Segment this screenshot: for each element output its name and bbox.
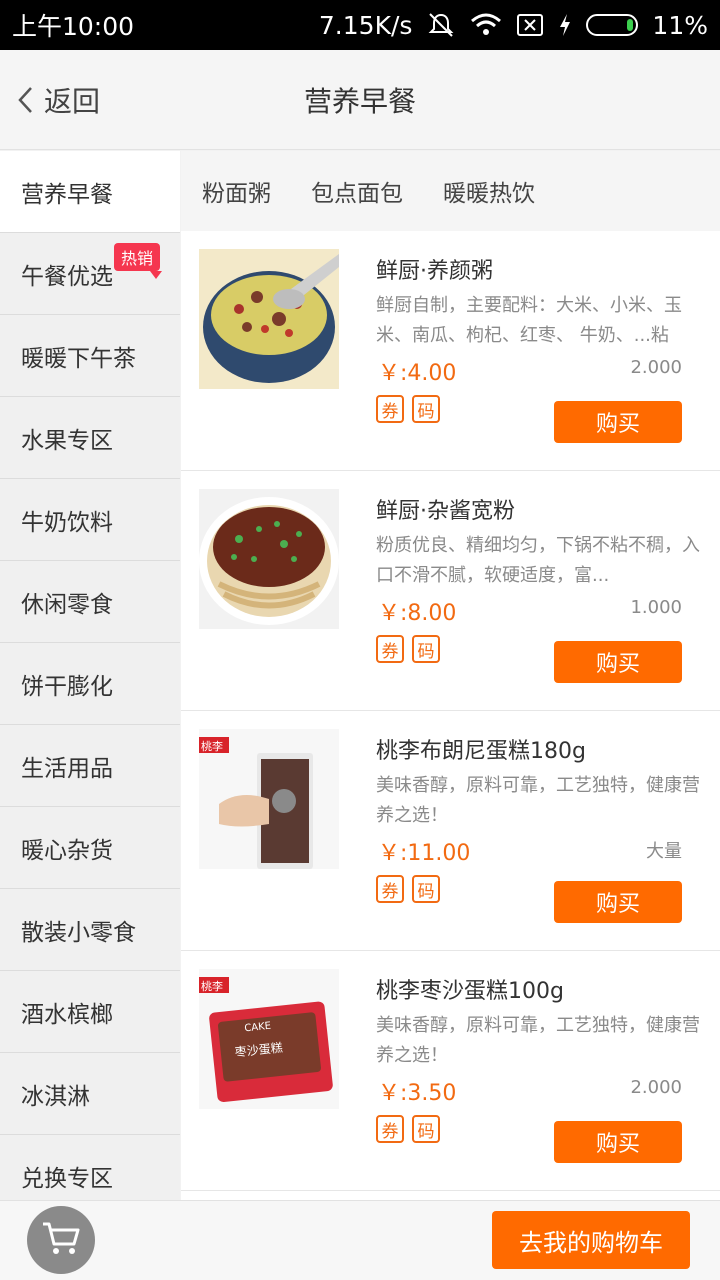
sidebar-item-label: 暖心杂货 xyxy=(21,837,113,864)
hot-badge: 热销 xyxy=(113,243,163,279)
network-speed: 7.15K/s xyxy=(318,10,413,40)
back-label: 返回 xyxy=(44,85,101,118)
sidebar-item-label: 水果专区 xyxy=(21,427,113,454)
bottom-bar: 去我的购物车 xyxy=(0,1200,720,1280)
sidebar-item-label: 营养早餐 xyxy=(21,181,113,208)
buy-button[interactable]: 购买 xyxy=(554,401,682,443)
status-right: 7.15K/s 11% xyxy=(319,11,708,40)
coupon-tag: 券 xyxy=(376,875,404,903)
sidebar-item-label: 酒水槟榔 xyxy=(21,1001,113,1028)
tab-noodles-porridge[interactable]: 粉面粥 xyxy=(202,174,271,208)
sidebar-item-exchange[interactable]: 兑换专区 xyxy=(0,1135,180,1200)
coupon-tag: 券 xyxy=(376,1115,404,1143)
product-name: 鲜厨·养颜粥 xyxy=(376,259,493,284)
product-name: 鲜厨·杂酱宽粉 xyxy=(376,499,515,524)
sidebar-item-milk-drinks[interactable]: 牛奶饮料 xyxy=(0,479,180,561)
sidebar-item-label: 散装小零食 xyxy=(21,919,136,946)
product-tags: 券 码 xyxy=(376,1115,440,1143)
product-name: 桃李布朗尼蛋糕180g xyxy=(376,739,586,764)
tab-buns-bread[interactable]: 包点面包 xyxy=(311,174,403,208)
buy-button[interactable]: 购买 xyxy=(554,1121,682,1163)
product-tags: 券 码 xyxy=(376,635,440,663)
product-description: 粉质优良、精细均匀，下锅不粘不稠，入口不滑不腻，软硬适度，富... xyxy=(376,535,700,586)
product-price: ￥:11.00 xyxy=(378,841,471,866)
sidebar-item-biscuits[interactable]: 饼干膨化 xyxy=(0,643,180,725)
sidebar-item-liquor[interactable]: 酒水槟榔 xyxy=(0,971,180,1053)
product-item[interactable]: 鲜厨·养颜粥 鲜厨自制，主要配料：大米、小米、玉米、南瓜、枸杞、红枣、 牛奶、.… xyxy=(181,231,720,471)
product-image xyxy=(199,249,339,389)
mute-icon xyxy=(426,12,456,38)
product-quantity: 1.000 xyxy=(630,597,682,618)
status-bar: 上午10:00 7.15K/s 11% xyxy=(0,0,720,50)
coupon-tag: 券 xyxy=(376,635,404,663)
status-time: 上午10:00 xyxy=(12,12,135,41)
charging-icon xyxy=(558,13,572,37)
product-price: ￥:4.00 xyxy=(378,361,457,386)
product-image: 桃李 CAKE 枣沙蛋糕 xyxy=(199,969,339,1109)
sidebar-item-ice-cream[interactable]: 冰淇淋 xyxy=(0,1053,180,1135)
sidebar-item-daily-goods[interactable]: 生活用品 xyxy=(0,725,180,807)
sidebar-item-label: 休闲零食 xyxy=(21,591,113,618)
sidebar-item-label: 暖暖下午茶 xyxy=(21,345,136,372)
buy-button[interactable]: 购买 xyxy=(554,641,682,683)
sidebar-item-label: 午餐优选 xyxy=(21,263,113,290)
product-image xyxy=(199,489,339,629)
product-name: 桃李枣沙蛋糕100g xyxy=(376,979,564,1004)
sidebar-item-label: 冰淇淋 xyxy=(21,1083,90,1110)
battery-percent: 11% xyxy=(652,10,708,40)
product-item[interactable]: 鲜厨·杂酱宽粉 粉质优良、精细均匀，下锅不粘不稠，入口不滑不腻，软硬适度，富..… xyxy=(181,471,720,711)
sidebar-item-fruit[interactable]: 水果专区 xyxy=(0,397,180,479)
product-item[interactable]: 桃李 桃李布朗尼蛋糕180g 美味香醇，原料可靠，工艺独特，健康营养之选！ ￥:… xyxy=(181,711,720,951)
product-list: 鲜厨·养颜粥 鲜厨自制，主要配料：大米、小米、玉米、南瓜、枸杞、红枣、 牛奶、.… xyxy=(181,231,720,1200)
tab-hot-drinks[interactable]: 暖暖热饮 xyxy=(443,174,535,208)
subcategory-tabs: 粉面粥 包点面包 暖暖热饮 xyxy=(181,151,720,231)
product-quantity: 大量 xyxy=(646,841,682,862)
sidebar-item-breakfast[interactable]: 营养早餐 xyxy=(0,151,180,233)
back-button[interactable]: 返回 xyxy=(16,50,100,150)
shopping-cart-icon xyxy=(41,1220,81,1260)
sidebar-item-label: 兑换专区 xyxy=(21,1165,113,1192)
page-title: 营养早餐 xyxy=(303,84,416,118)
buy-button[interactable]: 购买 xyxy=(554,881,682,923)
sidebar-item-label: 牛奶饮料 xyxy=(21,509,113,536)
product-description: 鲜厨自制，主要配料：大米、小米、玉米、南瓜、枸杞、红枣、 牛奶、...粘 xyxy=(376,295,682,346)
go-to-cart-button[interactable]: 去我的购物车 xyxy=(492,1211,690,1269)
wifi-icon xyxy=(470,13,502,37)
product-price: ￥:8.00 xyxy=(378,601,457,626)
sidebar-item-afternoon-tea[interactable]: 暖暖下午茶 xyxy=(0,315,180,397)
coupon-tag: 券 xyxy=(376,395,404,423)
sidebar-item-snacks[interactable]: 休闲零食 xyxy=(0,561,180,643)
brand-logo-text: 桃李 xyxy=(201,739,223,753)
sidebar-item-bulk-snacks[interactable]: 散装小零食 xyxy=(0,889,180,971)
product-item[interactable]: 桃李 CAKE 枣沙蛋糕 桃李枣沙蛋糕100g 美味香醇，原料可靠，工艺独特，健… xyxy=(181,951,720,1191)
cart-button[interactable] xyxy=(27,1206,95,1274)
product-price: ￥:3.50 xyxy=(378,1081,457,1106)
product-image: 桃李 xyxy=(199,729,339,869)
code-tag: 码 xyxy=(412,1115,440,1143)
chevron-left-icon xyxy=(16,85,34,115)
product-quantity: 2.000 xyxy=(630,1077,682,1098)
sidebar-item-groceries[interactable]: 暖心杂货 xyxy=(0,807,180,889)
header: 返回 营养早餐 xyxy=(0,50,720,150)
sidebar-item-label: 生活用品 xyxy=(21,755,113,782)
battery-icon xyxy=(586,14,639,36)
product-tags: 券 码 xyxy=(376,875,440,903)
sidebar-item-lunch[interactable]: 午餐优选 热销 xyxy=(0,233,180,315)
brand-logo-text: 桃李 xyxy=(201,979,223,993)
product-description: 美味香醇，原料可靠，工艺独特，健康营养之选！ xyxy=(376,775,700,826)
sidebar-item-label: 饼干膨化 xyxy=(21,673,113,700)
product-tags: 券 码 xyxy=(376,395,440,423)
product-description: 美味香醇，原料可靠，工艺独特，健康营养之选！ xyxy=(376,1015,700,1066)
product-quantity: 2.000 xyxy=(630,357,682,378)
category-sidebar: 营养早餐 午餐优选 热销 暖暖下午茶 水果专区 牛奶饮料 休闲零食 饼干膨化 生… xyxy=(0,151,180,1200)
code-tag: 码 xyxy=(412,395,440,423)
code-tag: 码 xyxy=(412,875,440,903)
code-tag: 码 xyxy=(412,635,440,663)
sim-icon xyxy=(516,13,544,37)
